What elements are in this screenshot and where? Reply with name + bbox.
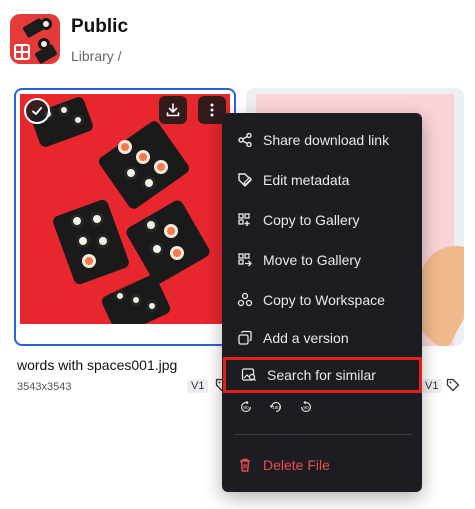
collection-thumbnail [10,14,60,64]
check-icon [32,107,42,115]
menu-item-label: Move to Gallery [263,252,362,268]
download-icon [166,103,180,117]
menu-item-label: Copy to Gallery [263,212,360,228]
trash-icon [236,456,254,474]
svg-text:180: 180 [272,405,280,410]
menu-item-add-a-version[interactable]: Add a version [222,320,422,356]
svg-text:90: 90 [243,405,249,411]
copy-workspace-icon [236,291,254,309]
rotate-controls: 90 180 90 [238,399,314,415]
breadcrumb[interactable]: Library / [71,48,122,64]
menu-item-label: Copy to Workspace [263,292,385,308]
menu-item-search-for-similar[interactable]: Search for similar [223,357,422,393]
tag-icon-secondary[interactable] [446,378,460,392]
menu-item-label: Share download link [263,132,390,148]
rotate-180-icon[interactable]: 180 [268,399,284,415]
menu-item-label: Search for similar [267,367,376,383]
asset-image[interactable] [20,94,230,324]
asset-file-name: words with spaces001.jpg [17,357,178,373]
image-search-icon [240,366,258,384]
page-title: Public [71,16,129,37]
menu-item-edit-metadata[interactable]: Edit metadata [222,162,422,198]
version-badge-secondary: V1 [421,379,443,393]
menu-item-share-download-link[interactable]: Share download link [222,122,422,158]
asset-card[interactable] [14,88,236,346]
download-button[interactable] [159,96,187,124]
svg-text:90: 90 [303,405,309,411]
context-menu: Share download link Edit metadata Copy t… [222,113,422,492]
menu-item-move-to-gallery[interactable]: Move to Gallery [222,242,422,278]
share-icon [236,131,254,149]
kebab-menu-icon [210,103,214,117]
add-version-icon [236,329,254,347]
rotate-right-90-icon[interactable]: 90 [298,399,314,415]
gallery-grid-icon [14,44,30,60]
copy-gallery-icon [236,211,254,229]
version-badge: V1 [187,379,209,393]
menu-item-label: Edit metadata [263,172,350,188]
asset-dimensions: 3543x3543 [17,381,72,393]
menu-item-copy-to-workspace[interactable]: Copy to Workspace [222,282,422,318]
menu-item-delete-file[interactable]: Delete File [222,447,422,483]
menu-item-label: Add a version [263,330,349,346]
menu-item-copy-to-gallery[interactable]: Copy to Gallery [222,202,422,238]
edit-metadata-icon [236,171,254,189]
menu-item-label: Delete File [263,457,330,473]
rotate-left-90-icon[interactable]: 90 [238,399,254,415]
select-checkbox[interactable] [24,98,50,124]
menu-divider [234,434,412,435]
move-gallery-icon [236,251,254,269]
